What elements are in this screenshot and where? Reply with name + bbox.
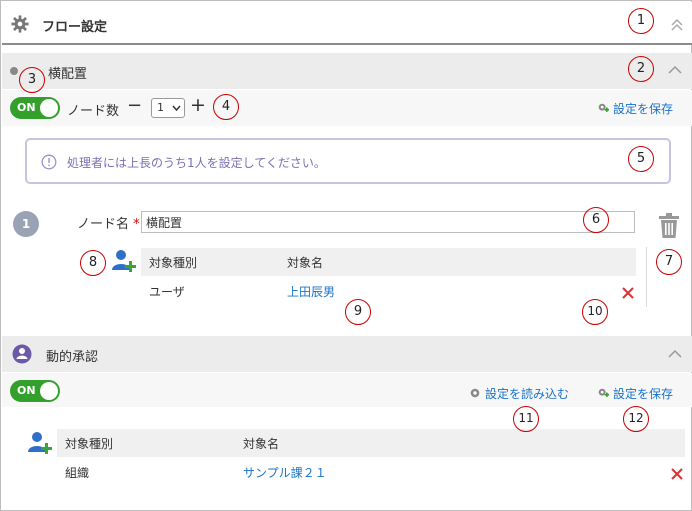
- callout-11: 11: [513, 406, 539, 432]
- step-number-badge: 1: [13, 211, 39, 237]
- gear-icon: [470, 388, 480, 398]
- toggle-knob: [40, 99, 58, 117]
- toggle-knob: [40, 382, 58, 400]
- row-name-link[interactable]: 上田辰男: [287, 283, 335, 300]
- node-name-label-text: ノード名: [77, 217, 130, 232]
- page-title: フロー設定: [42, 20, 108, 35]
- save-settings-label: 設定を保存: [613, 102, 674, 116]
- flow-settings-panel: フロー設定 横配置 ON ノード数 − 1 + 設定を保存 処理者には上長のうち…: [0, 0, 692, 511]
- add-user-icon[interactable]: [111, 248, 137, 274]
- on-toggle[interactable]: ON: [10, 97, 60, 119]
- callout-7: 7: [656, 249, 682, 275]
- row-type: ユーザ: [149, 285, 185, 299]
- add-user-icon[interactable]: [27, 430, 53, 456]
- decrement-button[interactable]: −: [127, 95, 142, 116]
- load-settings-button[interactable]: 設定を読み込む: [469, 385, 569, 402]
- callout-6: 6: [583, 207, 609, 233]
- row-type: 組織: [65, 466, 90, 480]
- column-header-type: 対象種別: [149, 256, 198, 270]
- table-header: 対象種別 対象名: [57, 429, 685, 457]
- callout-2: 2: [628, 56, 654, 82]
- callout-9: 9: [345, 299, 371, 325]
- divider: [646, 247, 647, 307]
- callout-4: 4: [213, 94, 239, 120]
- node-count-value: 1: [157, 101, 164, 114]
- section-title: 動的承認: [46, 350, 99, 365]
- panel-header: フロー設定: [2, 2, 692, 45]
- table-header: 対象種別 対象名: [141, 248, 636, 276]
- save-settings-button[interactable]: 設定を保存: [597, 385, 673, 402]
- notice-text: 処理者には上長のうち1人を設定してください。: [67, 156, 326, 170]
- toggle-label: ON: [17, 384, 36, 397]
- chevron-up-icon[interactable]: [668, 65, 682, 75]
- node-name-input[interactable]: [141, 211, 635, 233]
- table-row: ユーザ 上田辰男: [141, 277, 636, 305]
- callout-5: 5: [628, 146, 654, 172]
- table-row: 組織 サンプル課２１: [57, 458, 685, 486]
- column-header-name: 対象名: [287, 256, 324, 270]
- section-dynamic-approval-header[interactable]: 動的承認: [2, 336, 692, 372]
- callout-3: 3: [19, 67, 45, 93]
- callout-1: 1: [628, 8, 654, 34]
- increment-button[interactable]: +: [190, 94, 206, 116]
- dynamic-approval-icon: [12, 344, 32, 364]
- trash-icon[interactable]: [658, 213, 680, 239]
- gear-icon: [11, 15, 29, 33]
- section-title: 横配置: [48, 67, 88, 82]
- double-chevron-up-icon[interactable]: [670, 18, 684, 32]
- callout-8: 8: [80, 250, 106, 276]
- gear-add-icon: [598, 388, 609, 397]
- section-horizontal-layout-header[interactable]: 横配置: [2, 53, 692, 89]
- chevron-down-icon: [172, 105, 181, 111]
- load-settings-label: 設定を読み込む: [485, 387, 570, 401]
- save-settings-label: 設定を保存: [613, 387, 674, 401]
- section2-toolbar: [2, 373, 692, 407]
- node-name-label: ノード名 *: [77, 213, 140, 232]
- info-notice: 処理者には上長のうち1人を設定してください。: [25, 138, 671, 184]
- chevron-up-icon[interactable]: [668, 349, 682, 359]
- remove-row-icon[interactable]: [622, 287, 634, 299]
- toggle-label: ON: [17, 101, 36, 114]
- callout-12: 12: [623, 406, 649, 432]
- save-settings-button[interactable]: 設定を保存: [597, 100, 673, 117]
- callout-10: 10: [582, 299, 608, 325]
- required-mark: *: [133, 217, 140, 232]
- section-bullet-icon: [10, 67, 18, 75]
- column-header-type: 対象種別: [65, 437, 114, 451]
- info-icon: [41, 154, 57, 170]
- node-count-label: ノード数: [67, 104, 120, 119]
- on-toggle[interactable]: ON: [10, 380, 60, 402]
- node-count-select[interactable]: 1: [151, 98, 185, 118]
- row-name-link[interactable]: サンプル課２１: [243, 464, 327, 481]
- gear-add-icon: [598, 103, 609, 112]
- remove-row-icon[interactable]: [671, 468, 683, 480]
- column-header-name: 対象名: [243, 437, 280, 451]
